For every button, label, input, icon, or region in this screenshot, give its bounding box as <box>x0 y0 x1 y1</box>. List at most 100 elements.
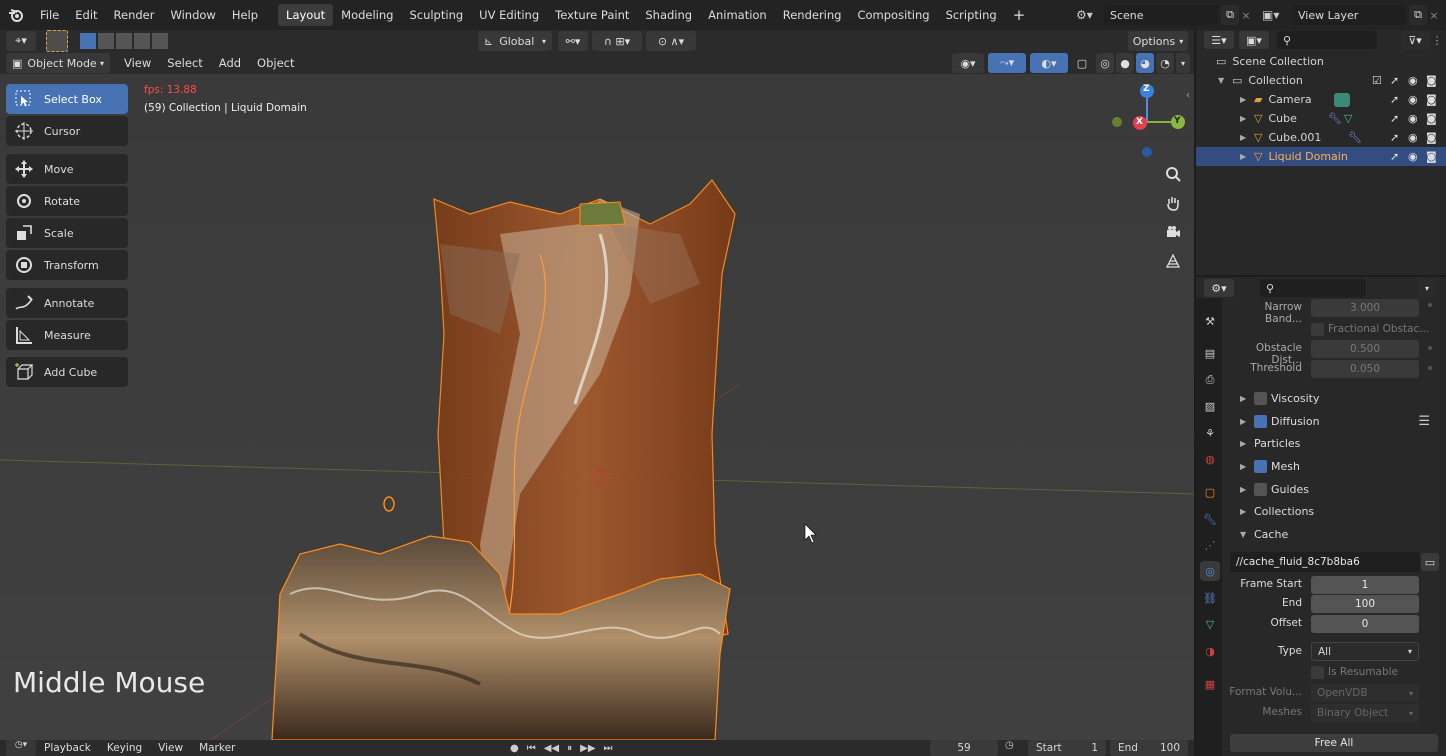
modifier-wrench-icon[interactable]: 🔧︎ <box>1328 112 1342 125</box>
rendered-shading-icon[interactable]: ◔ <box>1156 53 1174 73</box>
workspace-tab-animation[interactable]: Animation <box>700 4 775 26</box>
particles-tab-icon[interactable]: ⋰ <box>1200 535 1220 555</box>
add-workspace-icon[interactable]: + <box>1005 4 1034 26</box>
delete-scene-icon[interactable]: × <box>1239 9 1253 22</box>
eye-icon[interactable]: ◉ <box>1408 131 1418 144</box>
end-frame-field[interactable]: End 100 <box>1110 740 1188 756</box>
constraints-tab-icon[interactable]: ⛓ <box>1200 588 1220 608</box>
shading-options-icon[interactable]: ▾ <box>1176 53 1190 73</box>
expand-arrow-icon[interactable]: ▼ <box>1218 76 1232 85</box>
wireframe-shading-icon[interactable]: ◎ <box>1096 53 1114 73</box>
pivot-point-icon[interactable]: ⚯▾ <box>558 31 588 51</box>
tool-measure[interactable]: Measure <box>6 320 128 350</box>
3d-viewport[interactable]: Z Y X fps: 13.88 (59) Collection | Liqui… <box>0 74 1194 740</box>
workspace-tab-shading[interactable]: Shading <box>637 4 700 26</box>
zoom-icon[interactable] <box>1160 161 1186 187</box>
tool-select-box[interactable]: Select Box <box>6 84 128 114</box>
gizmo-toggle-icon[interactable]: ⤳▾ <box>988 53 1026 73</box>
tool-annotate[interactable]: Annotate <box>6 288 128 318</box>
panel-particles[interactable]: ▶ Particles <box>1240 433 1300 453</box>
render-camera-icon[interactable]: ◙ <box>1426 112 1437 125</box>
menu-add[interactable]: Add <box>211 53 249 73</box>
mode-extend-icon[interactable] <box>98 33 114 49</box>
workspace-tab-modeling[interactable]: Modeling <box>333 4 401 26</box>
outliner-scene-collection[interactable]: ▭ Scene Collection <box>1196 52 1446 71</box>
modifier-tab-icon[interactable]: 🔧︎ <box>1200 509 1220 529</box>
keyframe-dot-icon[interactable] <box>1428 366 1432 370</box>
timeline-menu-keying[interactable]: Keying <box>99 740 150 756</box>
tool-select-icon[interactable] <box>46 30 68 52</box>
camera-data-icon[interactable] <box>1334 92 1350 107</box>
frame-start-field[interactable]: 1 <box>1311 576 1419 594</box>
filter-icon[interactable]: ⊽▾ <box>1401 31 1429 49</box>
texture-tab-icon[interactable]: ▦ <box>1200 674 1220 694</box>
mode-dropdown[interactable]: ▣ Object Mode ▾ <box>6 53 110 73</box>
xray-icon[interactable]: ▢ <box>1074 53 1090 73</box>
next-keyframe-icon[interactable]: ▶▶ <box>580 743 595 754</box>
expand-arrow-icon[interactable]: ▶ <box>1240 95 1254 104</box>
view-layer-selector[interactable]: ▣▾ View Layer ⧉ × <box>1262 5 1441 25</box>
select-arrow-icon[interactable]: ➚ <box>1390 93 1399 106</box>
viscosity-checkbox[interactable] <box>1254 391 1267 405</box>
workspace-tab-rendering[interactable]: Rendering <box>775 4 850 26</box>
expand-arrow-icon[interactable]: ▶ <box>1240 114 1254 123</box>
start-frame-field[interactable]: Start 1 <box>1028 740 1106 756</box>
folder-icon[interactable]: ▭ <box>1421 553 1439 571</box>
menu-render[interactable]: Render <box>106 0 163 30</box>
menu-select[interactable]: Select <box>159 53 210 73</box>
proportional-editing-icon[interactable]: ⊙ ∧▾ <box>646 31 696 51</box>
cache-type-dropdown[interactable]: All ▾ <box>1311 642 1419 661</box>
diffusion-checkbox[interactable] <box>1254 414 1267 428</box>
snap-icon[interactable]: ∩ ⊞▾ <box>592 31 642 51</box>
format-volume-dropdown[interactable]: OpenVDB ▾ <box>1311 684 1419 702</box>
clock-icon[interactable]: ◷ <box>1005 740 1025 756</box>
timeline-menu-playback[interactable]: Playback <box>36 740 99 756</box>
outliner-item-cube-001[interactable]: ▶ ▽ Cube.001 🔧︎ ➚ ◉ ◙ <box>1196 128 1446 147</box>
workspace-tab-compositing[interactable]: Compositing <box>849 4 937 26</box>
ortho-grid-icon[interactable] <box>1160 248 1186 274</box>
menu-object[interactable]: Object <box>249 53 302 73</box>
panel-cache[interactable]: ▼ Cache <box>1240 524 1288 544</box>
panel-mesh[interactable]: ▶ Mesh <box>1240 456 1300 476</box>
narrow-band-field[interactable]: 3.000 <box>1311 299 1419 317</box>
properties-editor-icon[interactable]: ⚙▾ <box>1204 279 1234 297</box>
view-layer-tab-icon[interactable]: ▨ <box>1200 396 1220 416</box>
mesh-data-icon[interactable]: ▽ <box>1344 112 1352 125</box>
select-arrow-icon[interactable]: ➚ <box>1390 74 1399 87</box>
select-arrow-icon[interactable]: ➚ <box>1390 150 1399 163</box>
menu-window[interactable]: Window <box>162 0 223 30</box>
tool-cursor[interactable]: Cursor <box>6 116 128 146</box>
pan-hand-icon[interactable] <box>1160 190 1186 216</box>
expand-arrow-icon[interactable]: ▶ <box>1240 133 1254 142</box>
world-tab-icon[interactable]: ◍ <box>1200 449 1220 469</box>
mode-set-icon[interactable] <box>80 33 96 49</box>
eye-icon[interactable]: ◉ <box>1408 112 1418 125</box>
checkbox-icon[interactable]: ☑ <box>1372 74 1382 87</box>
orientation-dropdown[interactable]: ⊾ Global ▾ <box>478 31 552 51</box>
is-resumable-checkbox[interactable]: Is Resumable <box>1311 665 1398 679</box>
tool-tab-icon[interactable]: ⚒ <box>1200 311 1220 331</box>
workspace-tab-uv-editing[interactable]: UV Editing <box>471 4 547 26</box>
scene-tab-icon[interactable]: ⚘ <box>1200 423 1220 443</box>
menu-view[interactable]: View <box>116 53 159 73</box>
mode-subtract-icon[interactable] <box>116 33 132 49</box>
display-mode-icon[interactable]: ▣▾ <box>1239 31 1269 49</box>
object-tab-icon[interactable]: ▢ <box>1200 482 1220 502</box>
record-icon[interactable]: ● <box>510 743 519 754</box>
workspace-tab-scripting[interactable]: Scripting <box>938 4 1005 26</box>
render-camera-icon[interactable]: ◙ <box>1426 150 1437 163</box>
menu-edit[interactable]: Edit <box>67 0 105 30</box>
keyframe-dot-icon[interactable] <box>1428 303 1432 307</box>
render-camera-icon[interactable]: ◙ <box>1426 131 1437 144</box>
meshes-format-dropdown[interactable]: Binary Object ▾ <box>1311 704 1419 722</box>
tool-rotate[interactable]: Rotate <box>6 186 128 216</box>
overlay-toggle-icon[interactable]: ◐▾ <box>1030 53 1068 73</box>
select-arrow-icon[interactable]: ➚ <box>1390 112 1399 125</box>
outliner-item-camera[interactable]: ▶ ▰ Camera ➚ ◉ ◙ <box>1196 90 1446 109</box>
modifier-wrench-icon[interactable]: 🔧︎ <box>1348 131 1362 144</box>
timeline-editor-icon[interactable]: ◷▾ <box>6 740 36 756</box>
keyframe-dot-icon[interactable] <box>1428 346 1432 350</box>
mode-intersect-icon[interactable] <box>152 33 168 49</box>
scene-selector[interactable]: ⚙▾ Scene ⧉ × <box>1076 5 1253 25</box>
outliner-editor-icon[interactable]: ☰▾ <box>1204 31 1234 49</box>
